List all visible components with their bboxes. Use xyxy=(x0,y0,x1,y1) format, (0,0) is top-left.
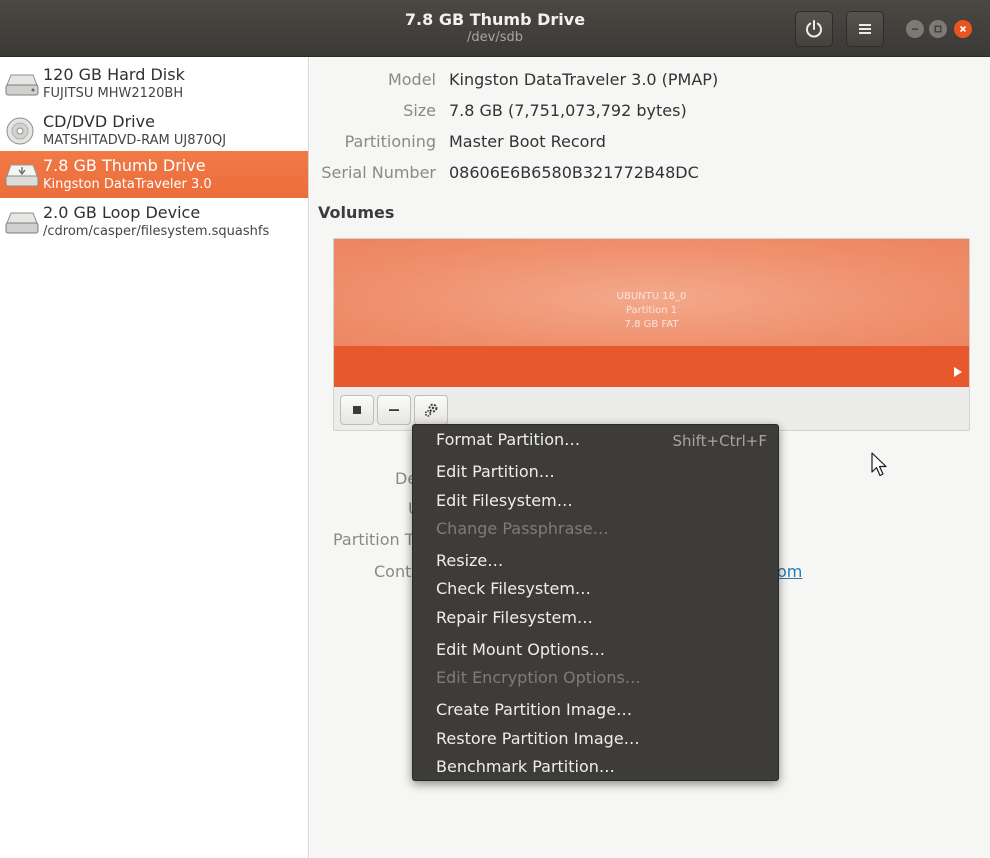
drive-name: 2.0 GB Loop Device xyxy=(43,203,201,222)
sidebar-item-thumb-drive[interactable]: 7.8 GB Thumb Drive Kingston DataTraveler… xyxy=(0,151,308,198)
model-label: Model xyxy=(387,70,436,89)
loop-device-icon xyxy=(5,212,39,234)
menu-item-edit-encryption-options: Edit Encryption Options… xyxy=(436,668,641,687)
drive-model: MATSHITADVD-RAM UJ870QJ xyxy=(43,133,227,148)
stop-icon xyxy=(353,406,361,414)
partition-context-menu: Format Partition… Shift+Ctrl+F Edit Part… xyxy=(412,424,779,781)
menu-item-repair-filesystem[interactable]: Repair Filesystem… xyxy=(436,608,593,627)
menu-item-edit-partition[interactable]: Edit Partition… xyxy=(436,462,555,481)
partitioning-value: Master Boot Record xyxy=(449,132,606,151)
app-menu-button[interactable] xyxy=(846,11,884,47)
partition-size: 7.8 GB FAT xyxy=(624,319,679,330)
drive-list-sidebar: 120 GB Hard Disk FUJITSU MHW2120BH CD/DV… xyxy=(0,57,309,858)
minimize-icon xyxy=(912,28,918,30)
model-value: Kingston DataTraveler 3.0 (PMAP) xyxy=(449,70,719,89)
drive-name: CD/DVD Drive xyxy=(43,112,155,131)
volume-bar: UBUNTU 18_0 Partition 1 7.8 GB FAT xyxy=(334,239,969,387)
maximize-icon xyxy=(934,25,942,33)
mouse-pointer-icon xyxy=(871,452,887,477)
delete-partition-button[interactable] xyxy=(377,395,411,425)
close-button[interactable] xyxy=(954,20,972,38)
minus-icon xyxy=(389,409,399,411)
partition-options-button[interactable] xyxy=(414,395,448,425)
partition-label: UBUNTU 18_0 xyxy=(616,291,687,302)
volumes-heading: Volumes xyxy=(318,203,395,222)
volume-map: UBUNTU 18_0 Partition 1 7.8 GB FAT xyxy=(333,238,970,431)
contents-link-fragment[interactable]: om xyxy=(777,562,802,581)
sidebar-item-loop-device[interactable]: 2.0 GB Loop Device /cdrom/casper/filesys… xyxy=(0,198,308,245)
menu-item-create-partition-image[interactable]: Create Partition Image… xyxy=(436,700,632,719)
hard-disk-icon xyxy=(5,74,39,96)
drive-model: Kingston DataTraveler 3.0 xyxy=(43,177,212,192)
power-icon xyxy=(806,20,822,38)
unmount-button[interactable] xyxy=(340,395,374,425)
serial-number-label: Serial Number xyxy=(321,163,436,182)
menu-item-change-passphrase: Change Passphrase… xyxy=(436,519,609,538)
menu-item-benchmark-partition[interactable]: Benchmark Partition… xyxy=(436,757,615,776)
title-group: 7.8 GB Thumb Drive /dev/sdb xyxy=(0,10,990,45)
drive-model: FUJITSU MHW2120BH xyxy=(43,86,184,101)
menu-item-resize[interactable]: Resize… xyxy=(436,551,503,570)
play-icon xyxy=(954,367,962,377)
usb-drive-icon xyxy=(5,164,39,187)
serial-number-value: 08606E6B6580B321772B48DC xyxy=(449,163,699,182)
drive-name: 120 GB Hard Disk xyxy=(43,65,185,84)
maximize-button[interactable] xyxy=(929,20,947,38)
drive-path: /cdrom/casper/filesystem.squashfs xyxy=(43,224,270,239)
menu-item-check-filesystem[interactable]: Check Filesystem… xyxy=(436,579,591,598)
optical-disc-icon xyxy=(6,117,34,145)
window-title: 7.8 GB Thumb Drive xyxy=(404,10,586,29)
gears-icon xyxy=(424,403,438,417)
window-subtitle: /dev/sdb xyxy=(467,30,523,45)
sidebar-item-hard-disk[interactable]: 120 GB Hard Disk FUJITSU MHW2120BH xyxy=(0,60,308,107)
hamburger-menu-icon xyxy=(859,24,871,34)
partitioning-label: Partitioning xyxy=(344,132,436,151)
menu-item-edit-filesystem[interactable]: Edit Filesystem… xyxy=(436,491,573,510)
menu-item-label: Format Partition… xyxy=(436,430,581,449)
minimize-button[interactable] xyxy=(906,20,924,38)
contents-label-fragment: Cont xyxy=(374,562,412,581)
power-off-button[interactable] xyxy=(795,11,833,47)
drive-name: 7.8 GB Thumb Drive xyxy=(43,156,206,175)
size-label: Size xyxy=(403,101,436,120)
partition-type-label-fragment: Partition T xyxy=(333,530,415,549)
header-bar: 7.8 GB Thumb Drive /dev/sdb xyxy=(0,0,990,57)
menu-item-shortcut: Shift+Ctrl+F xyxy=(672,432,767,450)
menu-item-edit-mount-options[interactable]: Edit Mount Options… xyxy=(436,640,605,659)
filesystem-block[interactable] xyxy=(334,346,969,387)
partition-number: Partition 1 xyxy=(625,305,678,316)
close-icon xyxy=(959,25,967,33)
menu-item-restore-partition-image[interactable]: Restore Partition Image… xyxy=(436,729,640,748)
sidebar-item-cd-dvd-drive[interactable]: CD/DVD Drive MATSHITADVD-RAM UJ870QJ xyxy=(0,107,308,154)
size-value: 7.8 GB (7,751,073,792 bytes) xyxy=(449,101,687,120)
